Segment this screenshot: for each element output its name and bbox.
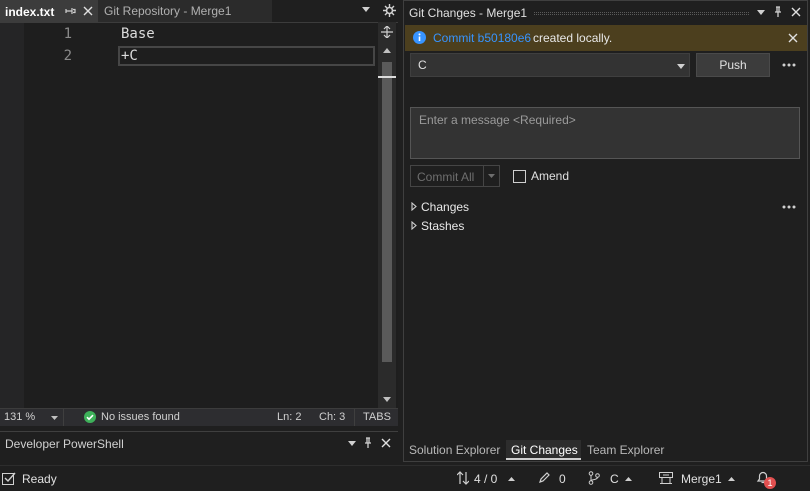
expand-arrow-icon[interactable] <box>411 221 417 230</box>
check-circle-icon <box>84 411 96 423</box>
notification-badge: 1 <box>764 477 776 489</box>
panel-title-bar: Git Changes - Merge1 <box>404 3 807 23</box>
tab-team-explorer[interactable]: Team Explorer <box>587 440 664 460</box>
status-bar: Ready 4 / 0 0 C Merge1 1 <box>0 465 810 491</box>
branch-dropdown[interactable]: C <box>410 53 690 77</box>
sync-arrows-icon[interactable] <box>457 471 469 485</box>
expand-arrow-icon[interactable] <box>411 202 417 211</box>
branch-value: C <box>418 58 427 72</box>
tool-window-tabs: Solution Explorer Git Changes Team Explo… <box>403 440 808 462</box>
changes-section[interactable]: Changes <box>421 200 469 214</box>
developer-powershell-panel: Developer PowerShell <box>0 431 398 461</box>
pin-icon[interactable] <box>363 437 373 449</box>
vertical-scrollbar[interactable] <box>378 22 396 408</box>
panel-title: Developer PowerShell <box>5 437 124 451</box>
pin-icon[interactable] <box>773 6 783 18</box>
line-number: 2 <box>63 48 72 64</box>
info-banner: Commit b50180e6 created locally. <box>405 25 807 51</box>
more-options-icon[interactable] <box>782 63 796 67</box>
tab-solution-explorer[interactable]: Solution Explorer <box>409 440 500 460</box>
message-placeholder: Enter a message <Required> <box>419 113 576 127</box>
commit-message-input[interactable]: Enter a message <Required> <box>410 107 800 159</box>
tab-label: index.txt <box>5 5 55 19</box>
gear-icon[interactable] <box>383 4 396 17</box>
amend-label: Amend <box>531 169 570 183</box>
panel-title: Git Changes - Merge1 <box>409 6 528 20</box>
issues-status[interactable]: No issues found <box>101 411 180 423</box>
close-icon[interactable] <box>83 6 93 16</box>
commit-all-label: Commit All <box>417 170 475 184</box>
scroll-down-icon[interactable] <box>383 397 391 402</box>
text-editor[interactable]: 1 Base 2 +C <box>0 22 398 409</box>
status-text: Ready <box>22 472 57 486</box>
ready-check-icon <box>2 472 16 485</box>
push-label: Push <box>719 58 747 72</box>
sync-counts[interactable]: 4 / 0 <box>474 472 497 486</box>
tab-index-txt[interactable]: index.txt <box>0 0 98 22</box>
divider <box>354 409 355 426</box>
chevron-up-icon[interactable] <box>728 477 735 481</box>
code-line[interactable]: Base <box>121 26 155 42</box>
line-number: 1 <box>63 26 72 42</box>
divider <box>63 409 64 426</box>
commit-link[interactable]: Commit b50180e6 <box>433 31 531 45</box>
scrollbar-thumb[interactable] <box>382 62 392 362</box>
chevron-down-icon[interactable] <box>757 10 765 15</box>
more-options-icon[interactable] <box>782 205 796 209</box>
tab-git-repository[interactable]: Git Repository - Merge1 <box>98 0 272 22</box>
zoom-level[interactable]: 131 % <box>4 411 35 423</box>
char-indicator[interactable]: Ch: 3 <box>319 411 345 423</box>
chevron-down-icon[interactable] <box>51 416 58 420</box>
chevron-up-icon[interactable] <box>625 477 632 481</box>
line-indicator[interactable]: Ln: 2 <box>277 411 301 423</box>
pending-edits[interactable]: 0 <box>559 472 566 486</box>
close-icon[interactable] <box>381 438 391 448</box>
amend-checkbox[interactable] <box>513 170 526 183</box>
caret-position-marker <box>378 76 396 78</box>
close-icon[interactable] <box>791 7 801 17</box>
chevron-down-icon[interactable] <box>488 174 495 178</box>
scroll-up-icon[interactable] <box>383 48 391 53</box>
close-icon[interactable] <box>788 33 798 43</box>
indent-indicator[interactable]: TABS <box>363 411 391 423</box>
chevron-up-icon[interactable] <box>508 477 515 481</box>
pencil-icon[interactable] <box>538 471 551 484</box>
git-changes-panel: Git Changes - Merge1 Commit b50180e6 cre… <box>403 0 808 462</box>
code-line[interactable]: +C <box>121 48 138 64</box>
repository-name[interactable]: Merge1 <box>681 472 722 486</box>
current-branch[interactable]: C <box>610 472 619 486</box>
pin-icon[interactable] <box>64 5 76 17</box>
tab-git-changes[interactable]: Git Changes <box>506 440 581 460</box>
split-icon[interactable] <box>381 26 393 38</box>
banner-text: created locally. <box>533 31 613 45</box>
repository-icon[interactable] <box>659 472 673 484</box>
tab-label: Git Repository - Merge1 <box>104 4 232 18</box>
chevron-down-icon[interactable] <box>348 441 356 446</box>
branch-icon[interactable] <box>588 471 600 485</box>
current-line-highlight <box>118 46 375 66</box>
info-icon <box>413 31 426 44</box>
chevron-down-icon[interactable] <box>362 7 370 13</box>
editor-margin <box>0 23 24 409</box>
chevron-down-icon[interactable] <box>677 64 685 69</box>
editor-status-bar: 131 % No issues found Ln: 2 Ch: 3 TABS <box>0 408 398 426</box>
document-tab-strip: index.txt Git Repository - Merge1 <box>0 0 400 22</box>
divider <box>483 166 484 186</box>
push-button[interactable]: Push <box>696 53 770 77</box>
stashes-section[interactable]: Stashes <box>421 219 464 233</box>
grip <box>534 12 749 15</box>
commit-all-button[interactable]: Commit All <box>410 165 500 187</box>
